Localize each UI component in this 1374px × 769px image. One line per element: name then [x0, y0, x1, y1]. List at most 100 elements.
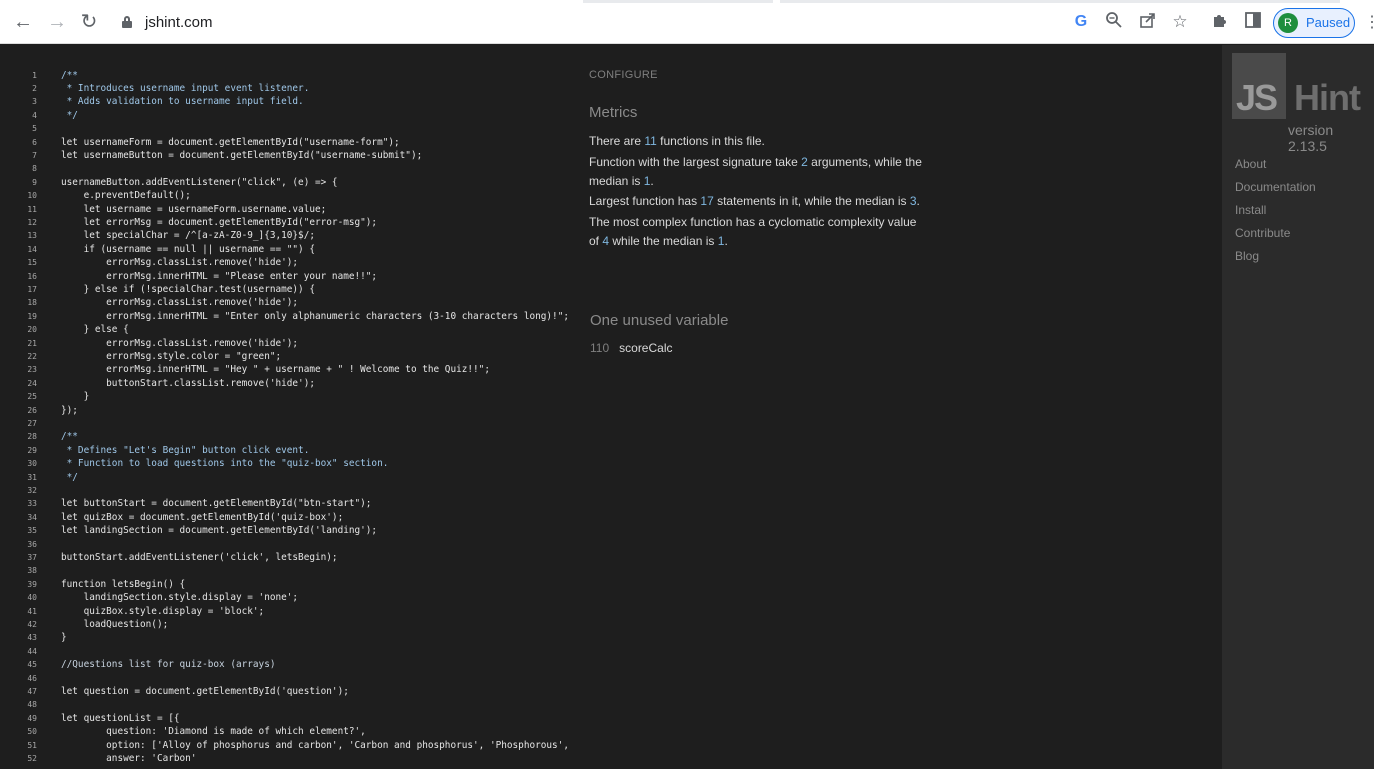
code-text[interactable]: answer: 'Carbon' [61, 752, 196, 765]
line-number: 20 [27, 325, 37, 335]
lock-icon[interactable] [122, 16, 132, 28]
line-number: 44 [27, 646, 37, 656]
profile-button[interactable]: R Paused [1273, 8, 1355, 38]
code-text[interactable]: } else { [61, 323, 129, 336]
code-text[interactable]: let questionList = [{ [61, 712, 180, 725]
bookmark-star-icon[interactable]: ☆ [1170, 11, 1190, 33]
line-number: 13 [27, 231, 37, 241]
nav-documentation[interactable]: Documentation [1235, 180, 1316, 194]
zoom-icon[interactable] [1104, 11, 1124, 33]
metric-complexity: The most complex function has a cyclomat… [589, 215, 917, 229]
line-number: 33 [27, 499, 37, 509]
code-text[interactable]: * Adds validation to username input fiel… [61, 95, 304, 108]
code-text[interactable]: let usernameForm = document.getElementBy… [61, 136, 400, 149]
line-number: 11 [27, 204, 37, 214]
code-text[interactable]: quizBox.style.display = 'block'; [61, 605, 265, 618]
code-text[interactable]: * Introduces username input event listen… [61, 82, 310, 95]
url-text[interactable]: jshint.com [145, 14, 213, 31]
code-text[interactable]: landingSection.style.display = 'none'; [61, 591, 299, 604]
line-number: 30 [27, 459, 37, 469]
metric-signature: Function with the largest signature take… [589, 155, 922, 169]
metric-statements: Largest function has 17 statements in it… [589, 194, 920, 208]
reload-icon[interactable]: ↻ [78, 11, 100, 33]
line-number: 28 [27, 432, 37, 442]
line-number: 40 [27, 593, 37, 603]
unused-variables-heading: One unused variable [590, 312, 729, 329]
line-number: 10 [27, 191, 37, 201]
line-number: 7 [32, 150, 37, 160]
nav-contribute[interactable]: Contribute [1235, 226, 1290, 240]
code-editor[interactable]: 1 /** 2 * Introduces username input event … [0, 45, 578, 769]
line-number: 29 [27, 445, 37, 455]
line-number: 18 [27, 298, 37, 308]
code-text[interactable]: * Function to load questions into the "q… [61, 457, 389, 470]
extensions-icon[interactable] [1210, 11, 1230, 33]
code-text[interactable]: let errorMsg = document.getElementById("… [61, 216, 378, 229]
more-menu-icon[interactable]: ⋮ [1364, 12, 1374, 32]
code-text[interactable]: question: 'Diamond is made of which elem… [61, 725, 366, 738]
code-text[interactable]: }); [61, 404, 78, 417]
code-text[interactable]: /** [61, 430, 78, 443]
nav-install[interactable]: Install [1235, 203, 1266, 217]
back-arrow-icon[interactable]: ← [12, 11, 34, 33]
line-number: 8 [32, 164, 37, 174]
code-text[interactable]: /** [61, 69, 78, 82]
code-text[interactable]: usernameButton.addEventListener("click",… [61, 176, 338, 189]
line-number: 23 [27, 365, 37, 375]
code-text[interactable]: let username = usernameForm.username.val… [61, 203, 327, 216]
code-text[interactable]: let quizBox = document.getElementById('q… [61, 511, 343, 524]
line-number: 50 [27, 727, 37, 737]
forward-arrow-icon[interactable]: → [46, 11, 68, 33]
side-panel-icon[interactable] [1243, 11, 1263, 33]
jshint-logo-hint: Hint [1294, 77, 1361, 118]
line-number: 15 [27, 258, 37, 268]
code-text[interactable]: errorMsg.innerHTML = "Enter only alphanu… [61, 310, 569, 323]
share-icon[interactable] [1138, 11, 1158, 33]
unused-variable-entry[interactable]: 110 scoreCalc [590, 341, 673, 355]
line-number: 34 [27, 512, 37, 522]
code-text[interactable]: errorMsg.innerHTML = "Please enter your … [61, 270, 377, 283]
line-number: 49 [27, 713, 37, 723]
sidebar: JS Hint version 2.13.5 About Documentati… [1222, 45, 1374, 769]
line-number: 39 [27, 579, 37, 589]
line-number: 12 [27, 217, 37, 227]
code-text[interactable]: */ [61, 471, 78, 484]
code-text[interactable]: } else if (!specialChar.test(username)) … [61, 283, 315, 296]
code-text[interactable]: let buttonStart = document.getElementByI… [61, 497, 371, 510]
code-text[interactable]: * Defines "Let's Begin" button click eve… [61, 444, 310, 457]
code-text[interactable]: */ [61, 109, 78, 122]
code-text[interactable]: e.preventDefault(); [61, 189, 191, 202]
google-lens-icon[interactable]: G [1072, 11, 1090, 33]
line-number: 32 [27, 485, 37, 495]
code-text[interactable]: errorMsg.innerHTML = "Hey " + username +… [61, 363, 490, 376]
code-text[interactable]: //Questions list for quiz-box (arrays) [61, 658, 275, 671]
code-text[interactable]: let usernameButton = document.getElement… [61, 149, 422, 162]
metric-functions-count: There are 11 functions in this file. [589, 134, 765, 148]
browser-toolbar: ← → ↻ jshint.com G ☆ R Paused ⋮ [0, 0, 1374, 44]
code-text[interactable]: let question = document.getElementById('… [61, 685, 349, 698]
code-text[interactable]: buttonStart.addEventListener('click', le… [61, 551, 338, 564]
code-text[interactable]: } [61, 631, 67, 644]
code-text[interactable]: buttonStart.classList.remove('hide'); [61, 377, 315, 390]
code-text[interactable]: errorMsg.classList.remove('hide'); [61, 337, 298, 350]
code-text[interactable]: errorMsg.classList.remove('hide'); [61, 296, 298, 309]
code-text[interactable]: loadQuestion(); [61, 618, 169, 631]
code-text[interactable]: errorMsg.style.color = "green"; [61, 350, 281, 363]
line-number: 6 [32, 137, 37, 147]
code-text[interactable]: function letsBegin() { [61, 578, 185, 591]
code-text[interactable]: let specialChar = /^[a-zA-Z0-9_]{3,10}$/… [61, 229, 315, 242]
line-number: 17 [27, 284, 37, 294]
avatar: R [1278, 13, 1298, 33]
line-number: 52 [27, 753, 37, 763]
configure-link[interactable]: CONFIGURE [589, 69, 658, 81]
nav-about[interactable]: About [1235, 157, 1266, 171]
code-text[interactable]: if (username == null || username == "") … [61, 243, 315, 256]
nav-blog[interactable]: Blog [1235, 249, 1259, 263]
code-text[interactable]: errorMsg.classList.remove('hide'); [61, 256, 298, 269]
line-number: 25 [27, 392, 37, 402]
code-text[interactable]: option: ['Alloy of phosphorus and carbon… [61, 739, 569, 752]
line-number: 38 [27, 566, 37, 576]
code-text[interactable]: let landingSection = document.getElement… [61, 524, 377, 537]
code-text[interactable]: } [61, 390, 90, 403]
tab-strip-edge [583, 0, 773, 3]
